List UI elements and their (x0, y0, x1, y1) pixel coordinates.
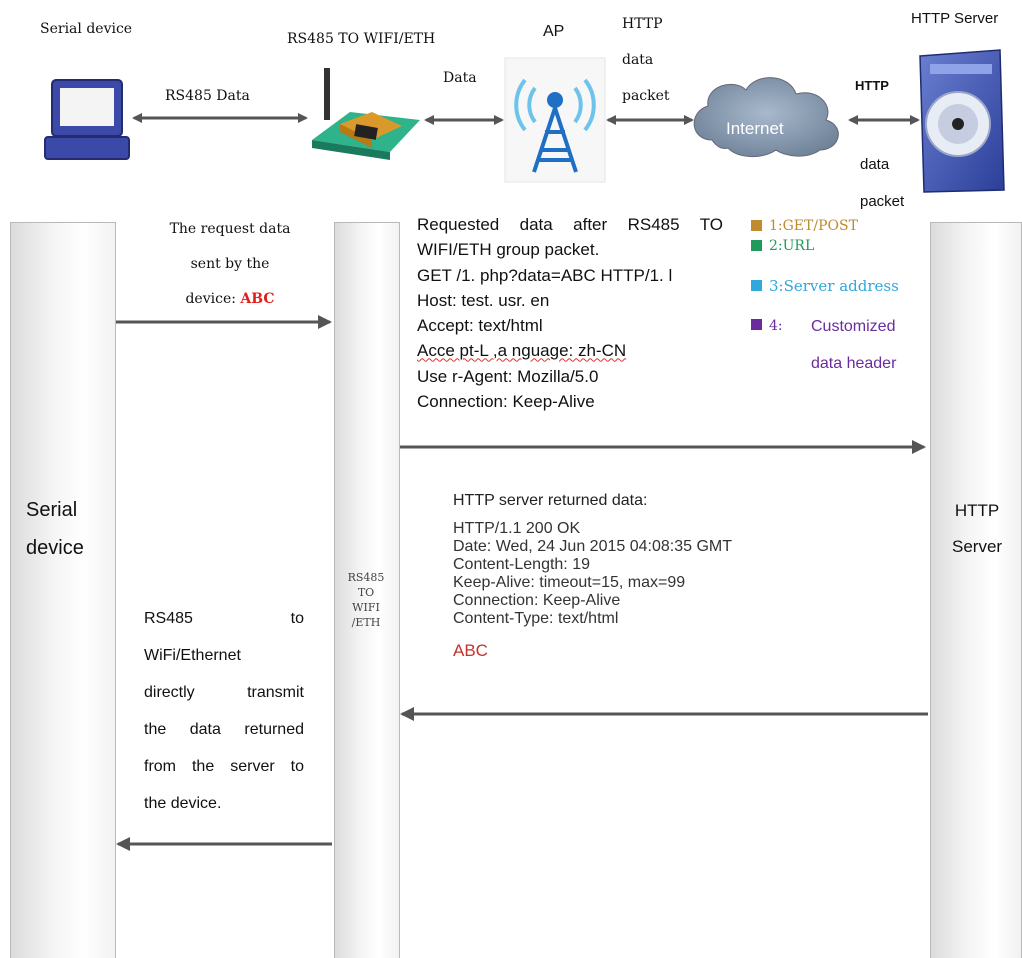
http-bold-label: HTTP (855, 78, 889, 93)
legend-swatch-get-post (751, 220, 762, 231)
http-server-lifeline-label: HTTP Server (952, 501, 1003, 556)
internet-cloud-icon (693, 77, 839, 157)
legend-url: 2:URL (769, 238, 815, 254)
legend-swatch-customized (751, 319, 762, 330)
legend-customized-text: Customized (811, 318, 896, 335)
http-response: HTTP server returned data: HTTP/1.1 200 … (453, 492, 732, 660)
data-label: Data (443, 70, 477, 86)
server-icon (919, 49, 1005, 193)
request-packet: Requested data after RS485 TO WIFI/ETH g… (417, 215, 723, 412)
data-packet-label: data packet (860, 156, 905, 210)
serial-device-top-label: Serial device (40, 21, 133, 37)
computer-icon (44, 79, 130, 160)
serial-device-lifeline (10, 222, 116, 958)
http-server-top-label: HTTP Server (911, 10, 999, 27)
serial-device-lifeline-label: Serial device (26, 499, 84, 559)
internet-label: Internet (726, 119, 784, 138)
legend-swatch-server-address (751, 280, 762, 291)
request-note: The request data sent by the device: ABC (169, 221, 291, 307)
legend-data-header-text: data header (811, 355, 897, 372)
converter-lifeline-label: RS485 TO WIFI /ETH (347, 571, 385, 629)
legend-customized-num: 4: (769, 318, 783, 334)
access-point-icon (504, 57, 606, 183)
converter-top-label: RS485 TO WIFI/ETH (287, 31, 436, 47)
return-note: RS485 to WiFi/Ethernet directly transmit… (144, 610, 304, 812)
http-data-packet-label: HTTP data packet (622, 16, 670, 104)
ap-label: AP (543, 23, 565, 40)
response-body-abc: ABC (453, 641, 488, 660)
converter-device-icon (312, 68, 420, 160)
legend-swatch-url (751, 240, 762, 251)
request-highlight-abc: ABC (240, 291, 275, 307)
legend-server-address: 3:Server address (769, 277, 899, 295)
http-server-lifeline (930, 222, 1022, 958)
rs485-data-label: RS485 Data (165, 88, 250, 104)
legend-get-post: 1:GET/POST (769, 218, 858, 234)
